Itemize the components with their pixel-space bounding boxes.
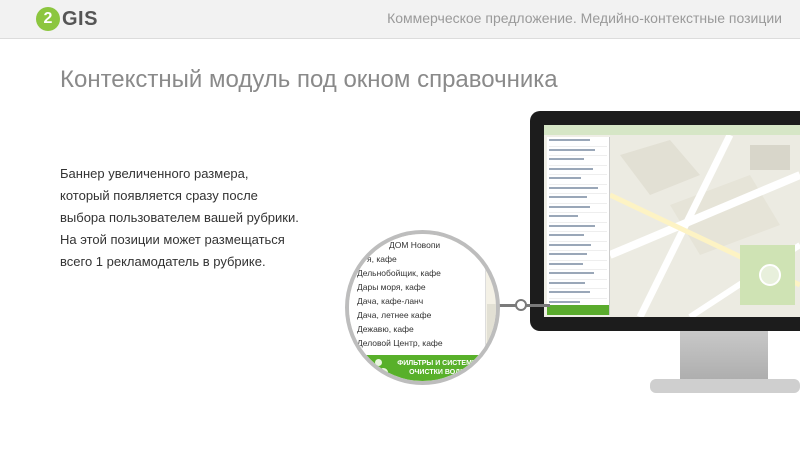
logo-text: GIS xyxy=(62,7,98,30)
monitor-screen xyxy=(544,125,800,317)
header-title: Коммерческое предложение. Медийно-контек… xyxy=(387,10,782,26)
list-item: Дежавю, кафе xyxy=(357,324,414,334)
monitor-foot xyxy=(650,379,800,393)
ad-banner: ФИЛЬТРЫ И СИСТЕМЫ ОЧИСТКИ ВОДЫ xyxy=(349,355,496,381)
description-line: всего 1 рекламодатель в рубрике. xyxy=(60,254,266,269)
list-item: Дача, летнее кафе xyxy=(357,310,432,320)
screen-toolbar xyxy=(544,125,800,135)
logo-badge: 2 xyxy=(36,7,60,31)
monitor-illustration xyxy=(530,111,800,401)
description-line: На этой позиции может размещаться xyxy=(60,232,285,247)
description: Баннер увеличенного размера, который поя… xyxy=(60,163,340,273)
ad-banner-text: ФИЛЬТРЫ И СИСТЕМЫ ОЧИСТКИ ВОДЫ xyxy=(397,360,479,376)
page-title: Контекстный модуль под окном справочника xyxy=(60,66,558,93)
description-line: Баннер увеличенного размера, xyxy=(60,166,249,181)
list-item: Дача, кафе-ланч xyxy=(357,296,424,306)
screen-list xyxy=(547,137,610,315)
magnifier-zoom: ДОМ Новопи я, кафе Дельнобойщик, кафе Да… xyxy=(345,230,500,385)
description-line: который появляется сразу после xyxy=(60,188,258,203)
connector-dot xyxy=(515,299,527,311)
description-line: выбора пользователем вашей рубрики. xyxy=(60,210,299,225)
list-item: Деловой Центр, кафе xyxy=(357,338,443,348)
screen-banner xyxy=(547,305,609,315)
list-item: Дельнобойщик, кафе xyxy=(357,268,441,278)
bubbles-icon xyxy=(367,359,389,377)
list-item: я, кафе xyxy=(367,254,397,264)
screen-map xyxy=(610,135,800,317)
monitor-bezel xyxy=(530,111,800,331)
header-bar: 2 GIS Коммерческое предложение. Медийно-… xyxy=(0,0,800,39)
logo: 2 GIS xyxy=(36,6,98,32)
list-item: ДОМ Новопи xyxy=(389,240,441,250)
list-item: Дары моря, кафе xyxy=(357,282,426,292)
